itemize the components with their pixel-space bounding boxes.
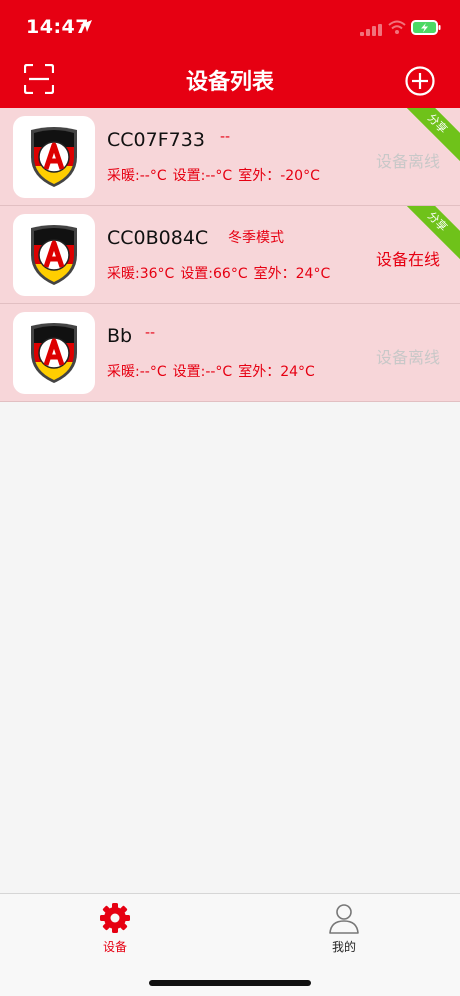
tab-devices-label: 设备 [102, 940, 127, 954]
page-title: 设备列表 [185, 70, 274, 95]
add-device-button[interactable] [405, 66, 435, 96]
location-arrow-icon [80, 20, 92, 32]
device-status: 设备离线 [375, 152, 440, 171]
tab-devices[interactable]: 设备 [75, 902, 155, 955]
device-stats: 采暖:--°C 设置:--°C 室外：-20°C [107, 165, 326, 185]
shield-logo-icon [31, 323, 77, 383]
device-row-cc0b084c[interactable]: CC0B084C 冬季模式 采暖:36°C 设置:66°C 室外：24°C 设备在线… [0, 206, 460, 304]
header: 14:47 设备列表 [0, 0, 460, 108]
tab-mine-label: 我的 [331, 940, 356, 954]
device-name: CC0B084C [107, 227, 209, 249]
outdoor-temp: 室外：24°C [253, 266, 331, 282]
outdoor-temp: 室外：24°C [238, 364, 315, 380]
shield-logo-icon [31, 127, 77, 187]
device-mode: -- [220, 129, 231, 145]
device-logo [13, 214, 95, 296]
device-status: 设备离线 [375, 348, 440, 367]
signal-icon [360, 24, 382, 36]
setting-temp: 设置:--°C [172, 168, 233, 184]
person-icon [329, 904, 359, 934]
device-name: Bb [107, 325, 133, 347]
setting-temp: 设置:--°C [172, 364, 233, 380]
heating-temp: 采暖:--°C [107, 168, 167, 184]
gear-icon [100, 903, 130, 933]
device-logo [13, 312, 95, 394]
device-stats: 采暖:--°C 设置:--°C 室外：24°C [107, 361, 321, 381]
home-indicator [149, 980, 311, 986]
tab-mine[interactable]: 我的 [304, 902, 384, 955]
heating-temp: 采暖:36°C [107, 266, 175, 282]
wifi-icon [388, 20, 406, 34]
device-row-cc07f733[interactable]: CC07F733 -- 采暖:--°C 设置:--°C 室外：-20°C 设备离线 … [0, 108, 460, 206]
device-status: 设备在线 [375, 250, 440, 269]
device-name: CC07F733 [107, 129, 205, 151]
device-row-bb[interactable]: Bb -- 采暖:--°C 设置:--°C 室外：24°C 设备离线 [0, 304, 460, 402]
device-list: CC07F733 -- 采暖:--°C 设置:--°C 室外：-20°C 设备离线 … [0, 108, 460, 402]
device-mode: 冬季模式 [228, 230, 284, 246]
heating-temp: 采暖:--°C [107, 364, 167, 380]
device-logo [13, 116, 95, 198]
setting-temp: 设置:66°C [180, 266, 248, 282]
outdoor-temp: 室外：-20°C [238, 168, 320, 184]
battery-charging-icon [411, 20, 441, 35]
device-stats: 采暖:36°C 设置:66°C 室外：24°C [107, 263, 336, 283]
status-bar: 14:47 [0, 0, 460, 54]
device-mode: -- [145, 325, 156, 341]
shield-logo-icon [31, 225, 77, 285]
